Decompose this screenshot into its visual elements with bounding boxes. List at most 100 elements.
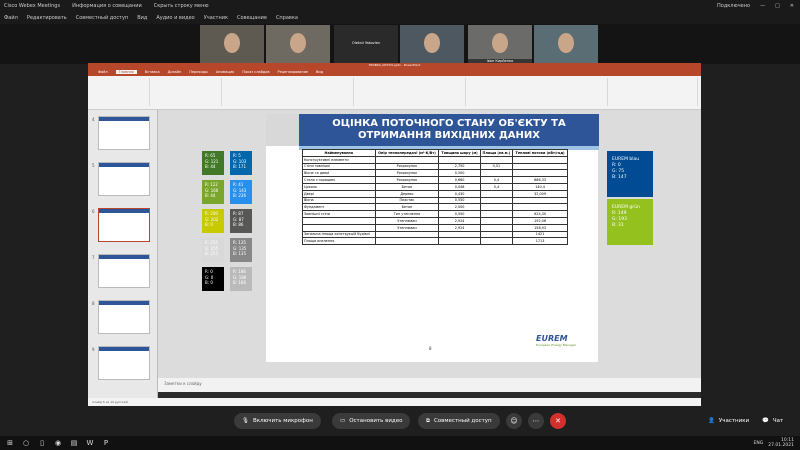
clock-date: 27.01.2021: [768, 443, 794, 448]
participant-video[interactable]: [400, 25, 464, 63]
maximize-icon[interactable]: □: [775, 3, 780, 9]
table-cell: Утеплювач: [374, 223, 440, 232]
table-cell: 0,4: [479, 176, 514, 184]
thumbnail-number: 5: [92, 163, 95, 168]
slide-thumbnail[interactable]: 9: [92, 346, 150, 380]
participant-avatar: [290, 33, 306, 53]
slide-thumbnail[interactable]: 4: [92, 116, 150, 150]
table-cell: [374, 237, 440, 246]
camera-icon: ▭: [340, 418, 346, 424]
hide-menu-button[interactable]: Скрыть строку меню: [154, 3, 209, 9]
mic-icon: 🎙: [242, 418, 249, 424]
table-cell: Фундамент: [302, 203, 376, 212]
person-icon: 👤: [708, 418, 715, 424]
menu-item[interactable]: Участник: [204, 15, 228, 21]
system-tray: ENG 10:11 27.01.2021: [754, 438, 800, 448]
color-swatch: R: 255 G: 255 B: 255: [202, 238, 224, 262]
slide-thumbnail[interactable]: 8: [92, 300, 150, 334]
color-swatch: R: 186 G: 186 B: 186: [230, 267, 252, 291]
color-swatch: R: 200 G: 202 B: 0: [202, 209, 224, 233]
table-row: Зовнішні стіни Тип утеплення 0,550 624,30: [302, 210, 568, 218]
participants-button[interactable]: 👤 Участники: [700, 413, 757, 429]
table-cell: Двері: [302, 189, 376, 198]
chrome-icon[interactable]: ◉: [52, 438, 64, 448]
table-cell: [479, 237, 514, 246]
ribbon-tab[interactable]: Показ слайдов: [242, 70, 269, 74]
word-icon[interactable]: W: [84, 438, 96, 448]
table-cell: 0,550: [438, 196, 481, 205]
ribbon-tab[interactable]: Анимация: [216, 70, 235, 74]
notes-pane[interactable]: Заметки к слайду: [158, 378, 701, 392]
reactions-button[interactable]: ☺: [506, 413, 522, 429]
ribbon-tab[interactable]: Вид: [316, 70, 323, 74]
windows-taskbar: ⊞ ○ ▯ ◉ ▤ W P ENG 10:11 27.01.2021: [0, 436, 800, 450]
menu-item[interactable]: Файл: [4, 15, 18, 21]
menu-item[interactable]: Справка: [276, 15, 298, 21]
thumbnail-number: 8: [92, 301, 95, 306]
table-row: Утеплювач 2,924 158,93: [302, 223, 568, 232]
menu-item[interactable]: Вид: [137, 15, 147, 21]
meeting-controls: 🎙 Включить микрофон ▭ Остановить видео ⧉ Со…: [0, 406, 800, 436]
video-button[interactable]: ▭ Остановить видео: [332, 413, 411, 429]
powerpoint-icon[interactable]: P: [100, 438, 112, 448]
table-cell: [512, 162, 568, 171]
slide-title: ОЦІНКА ПОТОЧНОГО СТАНУ ОБ'ЄКТУ ТА ОТРИМА…: [299, 114, 599, 146]
ribbon-tab[interactable]: Дизайн: [168, 70, 182, 74]
participant-video[interactable]: [266, 25, 330, 63]
ppt-status-bar: Слайд 5 из 12 русский: [88, 398, 701, 406]
menu-bar: Файл Редактировать Совместный доступ Вид Ауд…: [0, 12, 800, 24]
meeting-info-button[interactable]: Информация о совещании: [72, 3, 142, 9]
table-row: Двері Дерево 0,430 32,009: [302, 189, 568, 198]
participant-video[interactable]: [200, 25, 264, 63]
start-icon[interactable]: ⊞: [4, 438, 16, 448]
table-cell: [438, 237, 481, 246]
menu-item[interactable]: Совещание: [237, 15, 267, 21]
participant-video[interactable]: Oleksii Yakovlev: [334, 25, 398, 63]
table-cell: 2,924: [438, 223, 481, 232]
menu-item[interactable]: Совместный доступ: [76, 15, 128, 21]
share-button[interactable]: ⧉ Совместный доступ: [418, 413, 500, 429]
close-icon[interactable]: ✕: [790, 3, 794, 9]
table-cell: [479, 169, 514, 178]
table-cell: Вікна та двері: [302, 169, 376, 178]
search-icon[interactable]: ○: [20, 438, 32, 448]
slide-page-number: 8: [429, 346, 432, 351]
table-cell: Бетон: [374, 182, 440, 191]
participant-video[interactable]: Іван Кирйенко: [468, 25, 532, 63]
minimize-icon[interactable]: —: [760, 3, 765, 9]
leave-meeting-button[interactable]: ✕: [550, 413, 566, 429]
mic-button[interactable]: 🎙 Включить микрофон: [234, 413, 321, 429]
taskview-icon[interactable]: ▯: [36, 438, 48, 448]
table-cell: 0,500: [438, 169, 481, 178]
table-cell: Бетон: [374, 203, 440, 212]
ribbon-tab[interactable]: Вставка: [145, 70, 160, 74]
explorer-icon[interactable]: ▤: [68, 438, 80, 448]
slide-thumbnail[interactable]: 7: [92, 254, 150, 288]
table-row: Площа опалення 1713: [302, 237, 568, 246]
ribbon-tab[interactable]: Главная: [115, 70, 137, 74]
participant-video[interactable]: [534, 25, 598, 63]
ribbon-tab[interactable]: Файл: [98, 70, 108, 74]
table-cell: [479, 196, 514, 205]
thumbnail-number: 9: [92, 347, 95, 352]
slide-thumbnail[interactable]: 6: [92, 208, 150, 242]
table-cell: 0,048: [438, 182, 481, 191]
menu-item[interactable]: Редактировать: [27, 15, 67, 21]
table-cell: Вікна: [302, 196, 376, 205]
more-options-button[interactable]: ⋯: [528, 413, 544, 429]
table-header-cell: Найменування: [302, 149, 376, 157]
chat-button[interactable]: 💬 Чат: [754, 413, 791, 429]
language-indicator[interactable]: ENG: [754, 441, 764, 446]
table-cell: 0,4: [479, 182, 514, 191]
slide-thumbnail[interactable]: 5: [92, 162, 150, 196]
slide: ОЦІНКА ПОТОЧНОГО СТАНУ ОБ'ЄКТУ ТА ОТРИМА…: [266, 114, 599, 362]
table-cell: Розрахунок: [374, 162, 440, 171]
table-cell: Розрахунок: [374, 176, 440, 184]
clipboard-group: [90, 78, 150, 106]
menu-item[interactable]: Аудио и видео: [156, 15, 194, 21]
ribbon-tab[interactable]: Переходы: [189, 70, 208, 74]
table-cell: 2,924: [438, 216, 481, 225]
ribbon-tab[interactable]: Рецензирование: [278, 70, 309, 74]
table-header-cell: Товщина шару (м): [438, 149, 481, 157]
table-cell: [512, 155, 568, 164]
